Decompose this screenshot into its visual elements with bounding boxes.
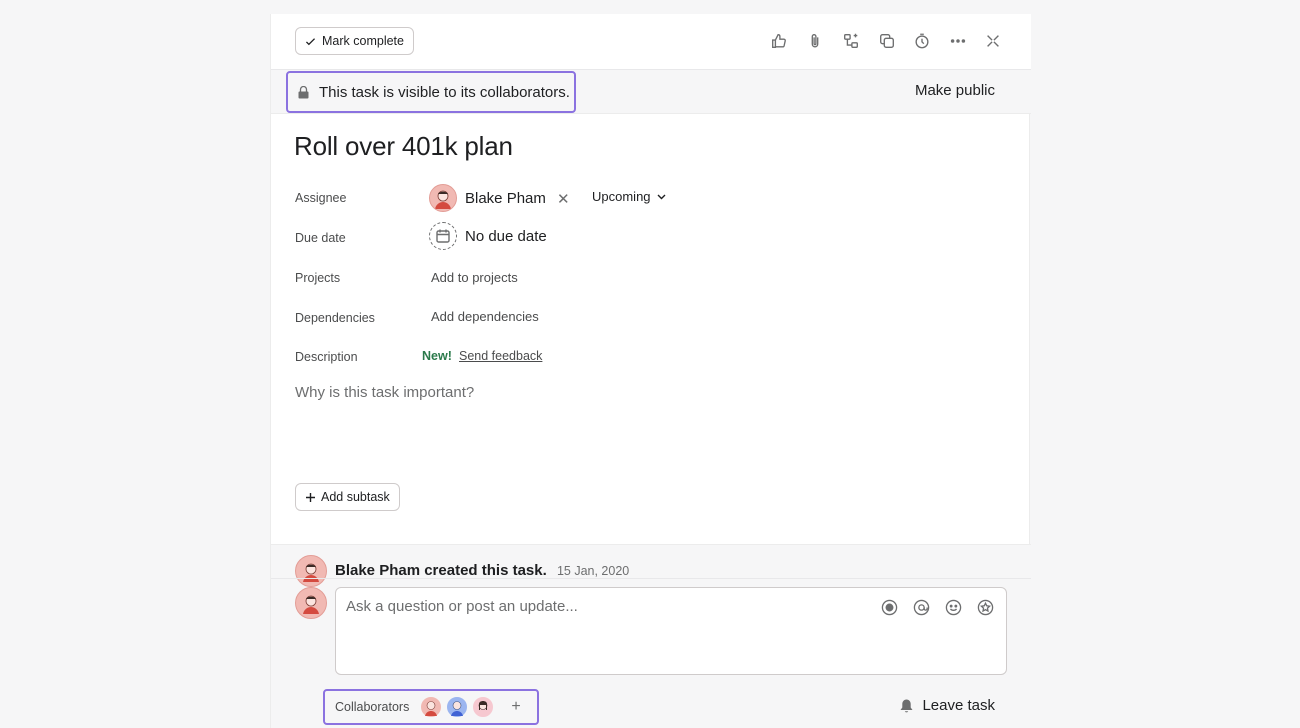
description-field[interactable]: Why is this task important? [295, 384, 995, 464]
divider [271, 578, 1031, 579]
due-date-selector[interactable]: No due date [429, 222, 547, 250]
activity-action: created this task. [424, 562, 547, 579]
send-feedback-link[interactable]: Send feedback [459, 349, 542, 363]
add-subtask-button[interactable]: Add subtask [295, 483, 400, 511]
activity-section: Blake Pham created this task. 15 Jan, 20… [271, 544, 1031, 728]
comment-composer[interactable] [335, 587, 1007, 675]
assignee-selector[interactable]: Blake Pham [429, 182, 546, 214]
add-collaborator-icon[interactable]: + [511, 698, 520, 716]
description-label: Description [295, 350, 358, 364]
due-date-value: No due date [465, 227, 547, 245]
collaborators-label: Collaborators [335, 700, 410, 714]
dependencies-label: Dependencies [295, 311, 375, 325]
avatar [295, 587, 327, 619]
chevron-down-icon [657, 194, 666, 199]
record-video-icon[interactable] [880, 598, 898, 616]
subtask-icon[interactable] [841, 31, 861, 51]
assignee-name: Blake Pham [465, 189, 546, 207]
mark-complete-button[interactable]: Mark complete [295, 27, 414, 55]
add-to-projects-button[interactable]: Add to projects [431, 270, 518, 285]
like-icon[interactable] [769, 31, 789, 51]
section-dropdown[interactable]: Upcoming [592, 189, 666, 204]
collaborator-avatar[interactable] [419, 695, 444, 719]
task-toolbar: Mark complete [271, 14, 1031, 70]
task-detail-panel: Mark complete This task is visible to it… [270, 14, 1031, 728]
copy-link-icon[interactable] [877, 31, 897, 51]
privacy-bar: This task is visible to its collaborator… [271, 70, 1031, 114]
new-badge: New! [422, 349, 452, 363]
comment-input[interactable] [344, 597, 864, 616]
close-panel-icon[interactable] [983, 31, 1003, 51]
activity-story: Blake Pham created this task. 15 Jan, 20… [335, 562, 629, 579]
leave-task-label: Leave task [922, 697, 995, 714]
activity-avatar [295, 555, 327, 587]
remove-assignee-icon[interactable]: ✕ [557, 190, 570, 208]
mark-complete-label: Mark complete [322, 34, 404, 48]
leave-task-button[interactable]: Leave task [899, 697, 995, 714]
collaborator-avatar[interactable] [445, 695, 470, 719]
avatar [295, 555, 327, 587]
lock-icon [298, 85, 309, 98]
mention-icon[interactable] [912, 598, 930, 616]
plus-icon [306, 492, 315, 502]
privacy-notice: This task is visible to its collaborator… [286, 71, 576, 113]
attachment-icon[interactable] [805, 31, 825, 51]
more-actions-icon[interactable] [948, 31, 968, 51]
collaborators-bar: Collaborators + [323, 689, 539, 725]
collaborator-avatar[interactable] [471, 695, 496, 719]
activity-date: 15 Jan, 2020 [556, 564, 630, 578]
avatar [429, 184, 457, 212]
appreciation-icon[interactable] [976, 598, 994, 616]
due-date-label: Due date [295, 231, 346, 245]
emoji-icon[interactable] [944, 598, 962, 616]
section-label: Upcoming [592, 189, 651, 204]
checkmark-icon [305, 37, 316, 45]
assignee-label: Assignee [295, 191, 347, 205]
calendar-icon [429, 222, 457, 250]
make-public-button[interactable]: Make public [915, 82, 995, 99]
task-title[interactable]: Roll over 401k plan [294, 131, 513, 162]
activity-author[interactable]: Blake Pham [335, 562, 420, 579]
focus-timer-icon[interactable] [912, 31, 932, 51]
projects-label: Projects [295, 271, 341, 285]
privacy-notice-text: This task is visible to its collaborator… [319, 83, 570, 101]
add-subtask-label: Add subtask [321, 490, 390, 504]
add-dependencies-button[interactable]: Add dependencies [431, 309, 539, 324]
composer-avatar [295, 587, 327, 619]
bell-icon [900, 699, 913, 712]
